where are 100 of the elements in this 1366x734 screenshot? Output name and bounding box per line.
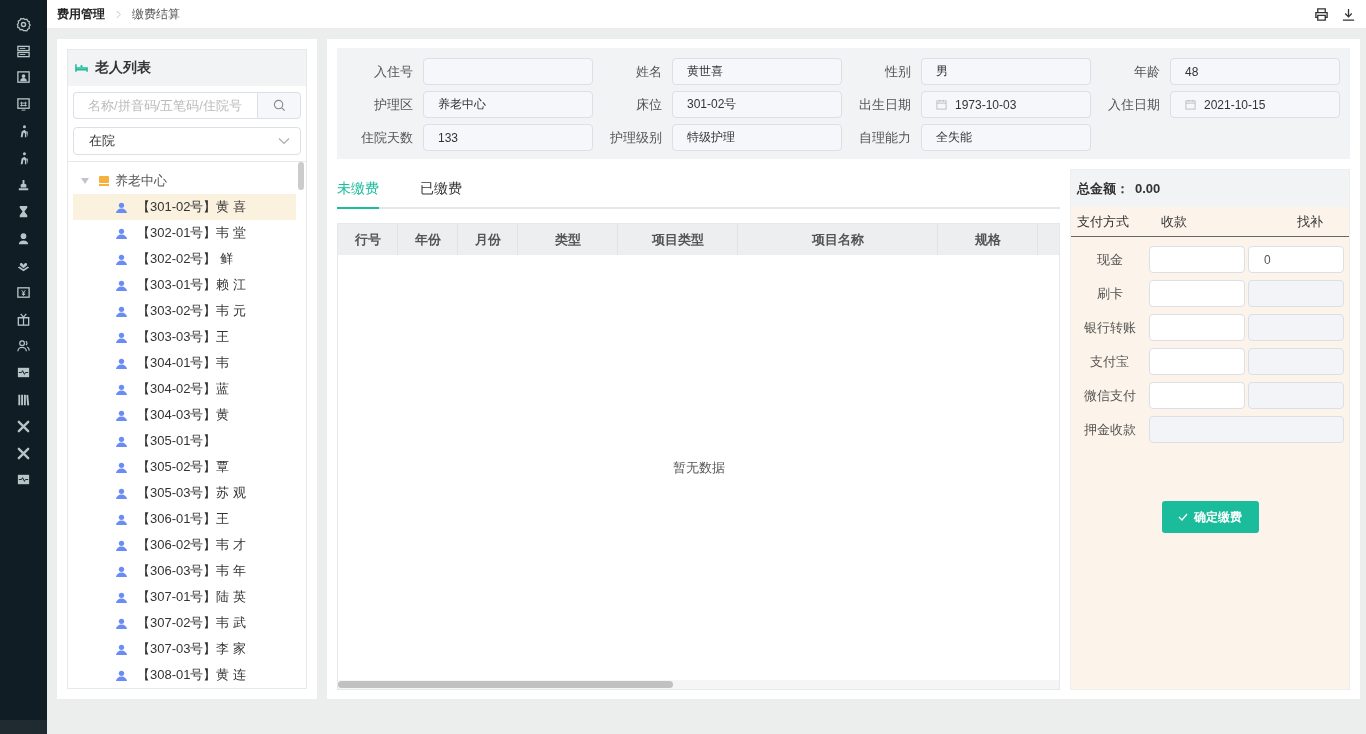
check-icon: [1178, 513, 1188, 521]
person-icon: [116, 461, 127, 473]
field-label: 姓名: [635, 62, 662, 81]
tree-item[interactable]: 【307-02号】韦 武: [73, 610, 296, 636]
info-field[interactable]: 133: [423, 124, 593, 151]
monitor-icon[interactable]: [16, 97, 31, 113]
bed-icon: [75, 63, 88, 73]
total-amount: 0.00: [1135, 181, 1161, 196]
field-label: 自理能力: [858, 128, 911, 147]
tree-item[interactable]: 【302-02号】 鲜: [73, 246, 296, 272]
field-label: 押金收款: [1082, 420, 1137, 439]
breadcrumb-item: 缴费结算: [132, 5, 180, 23]
search-field[interactable]: 名称/拼音码/五笔码/住院号: [73, 92, 257, 119]
books-icon[interactable]: [16, 392, 31, 408]
empty-message: 暂无数据: [672, 458, 725, 477]
field-label: 出生日期: [858, 95, 911, 114]
server-icon[interactable]: [16, 43, 31, 59]
calendar-icon: [936, 99, 947, 110]
scrollbar-thumb[interactable]: [298, 162, 304, 190]
scrollbar-thumb[interactable]: [338, 681, 673, 688]
column-header: 项目名称: [738, 224, 938, 255]
field-label: 入住号: [373, 62, 413, 81]
total-label: 总金额：: [1077, 179, 1129, 198]
field-label: 现金: [1095, 250, 1124, 269]
tree-item[interactable]: 【306-02号】韦 才: [73, 532, 296, 558]
person-card-icon[interactable]: [16, 70, 31, 86]
person-icon: [116, 253, 127, 265]
tools-icon[interactable]: [16, 445, 31, 461]
search-icon: [272, 99, 286, 112]
person-icon: [116, 279, 127, 291]
person-icon: [116, 331, 127, 343]
person-icon: [116, 227, 127, 239]
tree-item[interactable]: 【304-02号】蓝: [73, 376, 296, 402]
print-icon[interactable]: [1314, 6, 1329, 22]
field-label: 性别: [884, 62, 911, 81]
tree-item[interactable]: 【305-02号】覃: [73, 454, 296, 480]
column-header: 找补: [1295, 212, 1324, 231]
person-icon: [116, 539, 127, 551]
yuan-card-icon[interactable]: [16, 284, 31, 300]
amount-field[interactable]: [1149, 382, 1245, 409]
settings-icon[interactable]: [16, 16, 31, 32]
building-icon: [99, 176, 109, 186]
tree-item[interactable]: 【306-01号】王: [73, 506, 296, 532]
calendar-icon: [1185, 99, 1196, 110]
tree-item[interactable]: 【307-01号】陆 英: [73, 584, 296, 610]
info-field[interactable]: 男: [921, 58, 1091, 85]
field-label: 支付宝: [1089, 352, 1130, 371]
panel-title: 老人列表: [95, 59, 151, 77]
breadcrumb-item[interactable]: 费用管理: [57, 5, 105, 23]
field-label: 年龄: [1133, 62, 1160, 81]
gift-icon[interactable]: [16, 311, 31, 327]
tree-item[interactable]: 【306-03号】韦 年: [73, 558, 296, 584]
chevron-right-icon: [115, 9, 122, 19]
person-icon: [116, 617, 127, 629]
tree-item[interactable]: 【303-03号】王: [73, 324, 296, 350]
info-field[interactable]: 全失能: [921, 124, 1091, 151]
amount-field[interactable]: [1149, 280, 1245, 307]
chevron-down-icon: [278, 137, 290, 145]
column-header: 行号: [338, 224, 398, 255]
info-field[interactable]: 1973-10-03: [921, 91, 1091, 118]
info-field[interactable]: 2021-10-15: [1170, 91, 1340, 118]
tree-item[interactable]: 【304-01号】韦: [73, 350, 296, 376]
person-icon: [116, 487, 127, 499]
info-field[interactable]: 特级护理: [672, 124, 842, 151]
caregiver-icon[interactable]: [16, 231, 31, 247]
person-icon: [116, 565, 127, 577]
amount-field[interactable]: [1149, 348, 1245, 375]
info-field[interactable]: 48: [1170, 58, 1340, 85]
person-icon: [116, 383, 127, 395]
status-select[interactable]: 在院: [73, 127, 301, 155]
tree-item[interactable]: 【302-01号】韦 堂: [73, 220, 296, 246]
info-field[interactable]: 养老中心: [423, 91, 593, 118]
tree-item[interactable]: 【305-03号】苏 观: [73, 480, 296, 506]
sidebar-footer: [0, 720, 47, 734]
tree-item[interactable]: 【305-01号】: [73, 428, 296, 454]
tree-item[interactable]: 【303-02号】韦 元: [73, 298, 296, 324]
person-icon: [116, 357, 127, 369]
tree-item[interactable]: 【308-01号】黄 连: [73, 662, 296, 688]
info-field[interactable]: 301-02号: [672, 91, 842, 118]
users-icon[interactable]: [16, 338, 31, 354]
tab[interactable]: 已缴费: [420, 169, 462, 209]
download-icon[interactable]: [1341, 6, 1356, 22]
info-field[interactable]: 黄世喜: [672, 58, 842, 85]
tree-item[interactable]: 【303-01号】赖 江: [73, 272, 296, 298]
field-label: 微信支付: [1082, 386, 1137, 405]
tree-node[interactable]: 养老中心: [73, 168, 296, 194]
tree-item[interactable]: 【301-02号】黄 喜: [73, 194, 296, 220]
field-label: 护理区: [373, 95, 413, 114]
field-label: 住院天数: [360, 128, 413, 147]
person-icon: [116, 435, 127, 447]
info-field[interactable]: [423, 58, 593, 85]
change-field[interactable]: 0: [1248, 246, 1344, 273]
tree-item[interactable]: 【304-03号】黄: [73, 402, 296, 428]
tree-item[interactable]: 【307-03号】李 家: [73, 636, 296, 662]
amount-field[interactable]: [1149, 246, 1245, 273]
column-header: 规格: [938, 224, 1038, 255]
amount-field[interactable]: [1149, 314, 1245, 341]
stamp-icon[interactable]: [16, 177, 31, 193]
column-header: 支付方式: [1077, 212, 1130, 231]
tools-icon[interactable]: [16, 418, 31, 434]
